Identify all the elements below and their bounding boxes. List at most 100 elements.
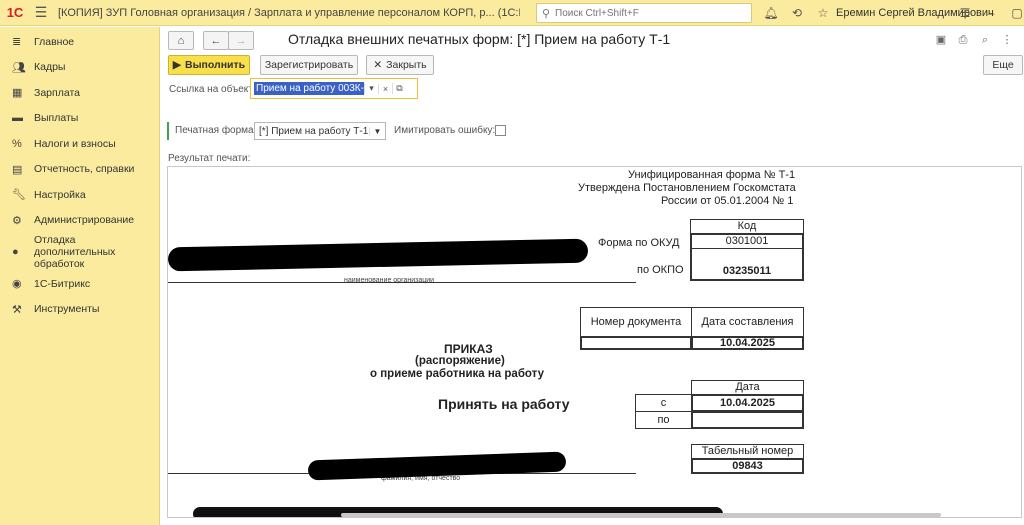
sidebar-item-hr[interactable]: 👥︎ Кадры bbox=[0, 55, 159, 81]
open-icon[interactable]: ⧉ bbox=[392, 83, 406, 94]
sidebar-item-salary[interactable]: ▦ Зарплата bbox=[0, 80, 159, 106]
app-logo: 1С bbox=[6, 5, 24, 20]
close-icon: ✕ bbox=[373, 59, 383, 71]
print-form-label: Печатная форма: bbox=[175, 125, 257, 136]
dropdown-icon[interactable]: ▾ bbox=[364, 83, 378, 94]
settings-menu-icon[interactable]: ☰ bbox=[956, 4, 974, 22]
maximize-icon[interactable]: ▢ bbox=[1008, 4, 1024, 22]
unified-form-text: Унифицированная форма № Т-1 bbox=[628, 169, 796, 181]
search-box[interactable]: ⚲ bbox=[536, 3, 752, 23]
sidebar: ≣ Главное 👥︎ Кадры ▦ Зарплата ▬ Выплаты % Нал… bbox=[0, 27, 160, 525]
star-icon[interactable]: ☆ bbox=[814, 4, 832, 22]
sidebar-item-taxes[interactable]: % Налоги и взносы bbox=[0, 131, 159, 157]
wrench-icon: 🔧︎ bbox=[12, 189, 26, 202]
chevron-down-icon[interactable]: ▼ bbox=[369, 126, 385, 136]
run-icon: ▶ bbox=[172, 59, 181, 71]
titlebar-actions: 🔔︎ ⟲ ☆ bbox=[762, 4, 832, 22]
okpo-value: 03235011 bbox=[690, 248, 804, 281]
redacted-org-name bbox=[168, 238, 589, 272]
doc-number-value bbox=[580, 336, 692, 350]
approved-date-text: России от 05.01.2004 № 1 bbox=[661, 195, 794, 207]
order-subtitle: (распоряжение) bbox=[415, 355, 505, 367]
print-form-select[interactable]: [*] Прием на работу Т-1 ▼ bbox=[254, 122, 386, 140]
ref-field[interactable]: Прием на работу 003К-00 ▾ × ⧉ bbox=[250, 78, 418, 99]
approved-text: Утверждена Постановлением Госкомстата bbox=[578, 182, 796, 194]
sidebar-item-label: Кадры bbox=[34, 61, 66, 74]
from-value: 10.04.2025 bbox=[691, 394, 804, 412]
sidebar-item-label: Главное bbox=[34, 35, 75, 48]
gear-icon: ⚙ bbox=[12, 214, 22, 227]
save-icon[interactable]: ▣ bbox=[933, 32, 949, 48]
required-marker bbox=[167, 122, 169, 140]
order-about: о приеме работника на работу bbox=[370, 368, 544, 380]
run-button-label: Выполнить bbox=[184, 59, 246, 71]
sidebar-item-tools[interactable]: ⚒ Инструменты bbox=[0, 297, 159, 323]
clear-icon[interactable]: × bbox=[378, 83, 392, 94]
org-caption: наименование организации bbox=[344, 277, 435, 284]
sidebar-item-label: Отчетность, справки bbox=[34, 163, 135, 176]
to-label: по bbox=[635, 411, 692, 429]
print-form-value: [*] Прием на работу Т-1 bbox=[259, 125, 369, 137]
sidebar-item-bitrix[interactable]: ◉ 1С-Битрикс bbox=[0, 271, 159, 297]
sidebar-item-main[interactable]: ≣ Главное bbox=[0, 29, 159, 55]
from-label: с bbox=[635, 394, 692, 412]
result-label: Результат печати: bbox=[168, 153, 251, 164]
home-icon: ⌂ bbox=[177, 34, 185, 47]
close-button-label: Закрыть bbox=[386, 59, 427, 71]
form-header-actions: ▣ ⎙ ⌕ ⋮ bbox=[933, 32, 1015, 48]
order-title: ПРИКАЗ bbox=[444, 342, 493, 356]
search-icon: ⚲ bbox=[541, 7, 551, 20]
okud-label: Форма по ОКУД bbox=[598, 237, 680, 249]
horizontal-scrollbar[interactable] bbox=[341, 513, 941, 517]
window-title: [КОПИЯ] ЗУП Головная организация / Зарпл… bbox=[58, 6, 520, 19]
people-icon: 👥︎ bbox=[12, 61, 26, 74]
arrow-left-icon: ← bbox=[210, 34, 222, 47]
tab-number-value: 09843 bbox=[691, 458, 804, 474]
sidebar-item-reports[interactable]: ▤ Отчетность, справки bbox=[0, 157, 159, 183]
tab-number-header: Табельный номер bbox=[691, 444, 804, 459]
home-button[interactable]: ⌂ bbox=[168, 31, 194, 50]
okpo-label: по ОКПО bbox=[637, 264, 684, 276]
date-header: Дата составления bbox=[691, 307, 804, 337]
circle-icon: ● bbox=[12, 246, 19, 258]
forward-button[interactable]: → bbox=[228, 31, 254, 50]
ref-value[interactable]: Прием на работу 003К-00 bbox=[254, 82, 364, 95]
sidebar-item-label: Инструменты bbox=[34, 303, 100, 316]
hire-title: Принять на работу bbox=[438, 396, 570, 412]
sidebar-item-settings[interactable]: 🔧︎ Настройка bbox=[0, 182, 159, 208]
more-button[interactable]: Еще bbox=[983, 55, 1023, 75]
sidebar-item-label: Зарплата bbox=[34, 86, 80, 99]
bitrix-icon: ◉ bbox=[12, 278, 22, 291]
sidebar-item-admin[interactable]: ⚙ Администрирование bbox=[0, 208, 159, 234]
date-value: 10.04.2025 bbox=[691, 336, 804, 350]
percent-icon: % bbox=[12, 137, 22, 150]
report-icon: ▤ bbox=[12, 163, 23, 176]
sidebar-item-label: Налоги и взносы bbox=[34, 137, 116, 150]
sidebar-item-payments[interactable]: ▬ Выплаты bbox=[0, 106, 159, 132]
back-button[interactable]: ← bbox=[203, 31, 229, 50]
search-input[interactable] bbox=[555, 7, 745, 19]
print-result-area[interactable]: Унифицированная форма № Т-1 Утверждена П… bbox=[167, 166, 1022, 518]
register-button[interactable]: Зарегистрировать bbox=[260, 55, 358, 75]
more-options-icon[interactable]: ⋮ bbox=[999, 32, 1015, 48]
simulate-error-checkbox[interactable] bbox=[495, 125, 506, 136]
close-button[interactable]: ✕ Закрыть bbox=[366, 55, 434, 75]
search-doc-icon[interactable]: ⌕ bbox=[977, 32, 993, 48]
simulate-error-label: Имитировать ошибку: bbox=[394, 125, 496, 136]
okud-value: 0301001 bbox=[690, 233, 804, 249]
sidebar-item-label: Администрирование bbox=[34, 214, 135, 227]
sidebar-item-debug[interactable]: ● Отладка дополнительных обработок bbox=[0, 233, 159, 271]
sidebar-item-label: Отладка дополнительных обработок bbox=[34, 234, 116, 270]
minimize-icon[interactable]: – bbox=[982, 4, 1000, 22]
date-col-header: Дата bbox=[691, 380, 804, 395]
print-icon[interactable]: ⎙ bbox=[955, 32, 971, 48]
sidebar-item-label: 1С-Битрикс bbox=[34, 277, 91, 290]
main-panel: ⌂ ← → Отладка внешних печатных форм: [*]… bbox=[161, 27, 1024, 525]
form-title: Отладка внешних печатных форм: [*] Прием… bbox=[288, 31, 671, 47]
menu-icon[interactable]: ☰ bbox=[30, 4, 52, 21]
bell-icon[interactable]: 🔔︎ bbox=[762, 4, 780, 22]
wallet-icon: ▬ bbox=[12, 112, 23, 125]
history-icon[interactable]: ⟲ bbox=[788, 4, 806, 22]
run-button[interactable]: ▶ Выполнить bbox=[168, 55, 250, 75]
calculator-icon: ▦ bbox=[12, 87, 23, 100]
